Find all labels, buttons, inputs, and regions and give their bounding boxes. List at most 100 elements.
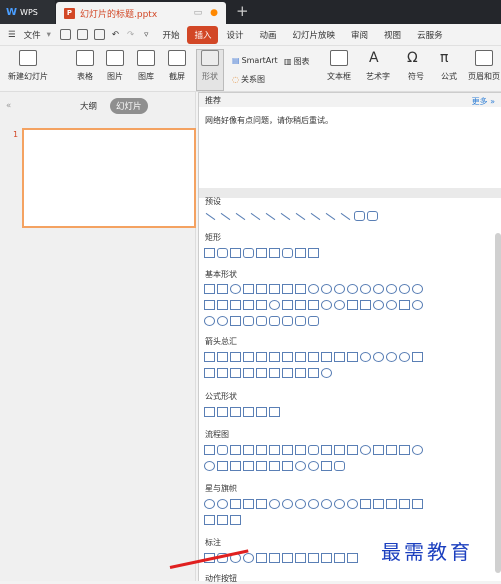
flowchart-or-shape[interactable]	[204, 461, 215, 471]
flowchart-preparation-shape[interactable]	[321, 445, 332, 455]
elbow-double-arrow-shape[interactable]	[280, 212, 291, 220]
formula-button[interactable]: π 公式	[440, 50, 458, 82]
wordart-button[interactable]: A 艺术字	[366, 50, 390, 82]
parallelogram-shape[interactable]	[269, 284, 280, 294]
minus-shape[interactable]	[217, 407, 228, 417]
curved-down-arrow-shape[interactable]	[399, 352, 410, 362]
elbow-connector-shape[interactable]	[250, 212, 261, 220]
down-arrow-callout-shape[interactable]	[282, 368, 293, 378]
donut-shape[interactable]	[321, 300, 332, 310]
curved-down-ribbon-shape[interactable]	[399, 499, 410, 509]
star-4-shape[interactable]	[230, 499, 241, 509]
bent-arrow-shape[interactable]	[308, 352, 319, 362]
flowchart-data-shape[interactable]	[243, 445, 254, 455]
right-brace-shape[interactable]	[308, 316, 319, 326]
star-16-shape[interactable]	[321, 499, 332, 509]
save-icon[interactable]	[59, 29, 71, 40]
double-bracket-shape[interactable]	[243, 316, 254, 326]
rectangle-variant-shape[interactable]	[295, 248, 306, 258]
octagon-shape[interactable]	[347, 284, 358, 294]
flowchart-multidocument-shape[interactable]	[295, 445, 306, 455]
right-bracket-shape[interactable]	[282, 316, 293, 326]
down-ribbon-shape[interactable]	[373, 499, 384, 509]
line-callout-2-shape[interactable]	[269, 553, 280, 563]
collapse-pane-icon[interactable]: «	[6, 101, 11, 111]
right-arrow-shape[interactable]	[204, 352, 215, 362]
rectangle-shape[interactable]	[204, 248, 215, 258]
line-callout-3-shape[interactable]	[282, 553, 293, 563]
frame-shape[interactable]	[204, 300, 215, 310]
moon-shape[interactable]	[204, 316, 215, 326]
up-ribbon-shape[interactable]	[360, 499, 371, 509]
symbol-button[interactable]: Ω 符号	[407, 50, 425, 82]
curved-left-arrow-shape[interactable]	[373, 352, 384, 362]
bevel-shape[interactable]	[308, 300, 319, 310]
star-6-shape[interactable]	[256, 499, 267, 509]
heptagon-shape[interactable]	[334, 284, 345, 294]
plus-shape[interactable]	[204, 407, 215, 417]
star-24-shape[interactable]	[334, 499, 345, 509]
menu-item-cloud[interactable]: 云服务	[409, 29, 451, 41]
star-32-shape[interactable]	[347, 499, 358, 509]
diagonal-stripe-shape[interactable]	[243, 300, 254, 310]
chart-button[interactable]: ▥ 图表	[284, 56, 310, 67]
trapezoid-shape[interactable]	[282, 284, 293, 294]
slide-thumbnail[interactable]	[22, 128, 196, 228]
flowchart-display-shape[interactable]	[334, 461, 345, 471]
curve-shape[interactable]	[340, 212, 351, 220]
up-arrow-callout-shape[interactable]	[269, 368, 280, 378]
document-tab[interactable]: P 幻灯片的标题.pptx ▭ ●	[56, 2, 226, 24]
menu-item-slideshow[interactable]: 幻灯片放映	[285, 29, 344, 41]
flowchart-manual-operation-shape[interactable]	[347, 445, 358, 455]
left-right-up-arrow-shape[interactable]	[295, 352, 306, 362]
up-arrow-shape[interactable]	[230, 352, 241, 362]
left-arrow-callout-shape[interactable]	[256, 368, 267, 378]
curved-connector-shape[interactable]	[295, 212, 306, 220]
star-8-shape[interactable]	[282, 499, 293, 509]
snip-two-corner-shape[interactable]	[256, 248, 267, 258]
menu-item-review[interactable]: 审阅	[343, 29, 376, 41]
relation-button[interactable]: ◌ 关系图	[232, 74, 265, 85]
flowchart-card-shape[interactable]	[386, 445, 397, 455]
line-shape[interactable]	[205, 212, 216, 220]
explosion-1-shape[interactable]	[204, 499, 215, 509]
curved-up-arrow-shape[interactable]	[386, 352, 397, 362]
curved-arrow-shape[interactable]	[310, 212, 321, 220]
curved-double-arrow-shape[interactable]	[325, 212, 336, 220]
left-bracket-shape[interactable]	[269, 316, 280, 326]
explosion-2-shape[interactable]	[217, 499, 228, 509]
equal-shape[interactable]	[256, 407, 267, 417]
scribble-shape[interactable]	[367, 211, 378, 221]
flowchart-predefined-process-shape[interactable]	[256, 445, 267, 455]
bent-up-arrow-shape[interactable]	[347, 352, 358, 362]
flowchart-magnetic-disk-shape[interactable]	[308, 461, 319, 471]
star-5-shape[interactable]	[243, 499, 254, 509]
snip-diagonal-shape[interactable]	[269, 248, 280, 258]
up-down-arrow-shape[interactable]	[269, 352, 280, 362]
decagon-shape[interactable]	[360, 284, 371, 294]
table-button[interactable]: 表格	[76, 50, 94, 82]
flowchart-internal-storage-shape[interactable]	[269, 445, 280, 455]
flowchart-merge-shape[interactable]	[256, 461, 267, 471]
textbox-shape[interactable]	[204, 284, 215, 294]
more-link[interactable]: 更多 »	[472, 96, 495, 107]
quad-arrow-callout-shape[interactable]	[308, 368, 319, 378]
screenshot-button[interactable]: 截屏	[168, 50, 186, 82]
u-turn-arrow-shape[interactable]	[321, 352, 332, 362]
chevron-shape[interactable]	[230, 368, 241, 378]
triangle-shape[interactable]	[243, 284, 254, 294]
round-diagonal-shape[interactable]	[282, 248, 293, 258]
notched-right-arrow-shape[interactable]	[204, 368, 215, 378]
redo-icon[interactable]: ↷	[127, 30, 134, 40]
star-12-shape[interactable]	[308, 499, 319, 509]
menu-item-design[interactable]: 设计	[218, 29, 251, 41]
rectangle-variant-2-shape[interactable]	[308, 248, 319, 258]
folded-corner-shape[interactable]	[360, 300, 371, 310]
snip-rectangle-shape[interactable]	[230, 248, 241, 258]
pentagon-shape[interactable]	[308, 284, 319, 294]
double-brace-shape[interactable]	[256, 316, 267, 326]
line-callout-4-shape[interactable]	[295, 553, 306, 563]
block-arc-shape[interactable]	[347, 300, 358, 310]
menu-item-animation[interactable]: 动画	[252, 29, 285, 41]
l-shape[interactable]	[230, 300, 241, 310]
